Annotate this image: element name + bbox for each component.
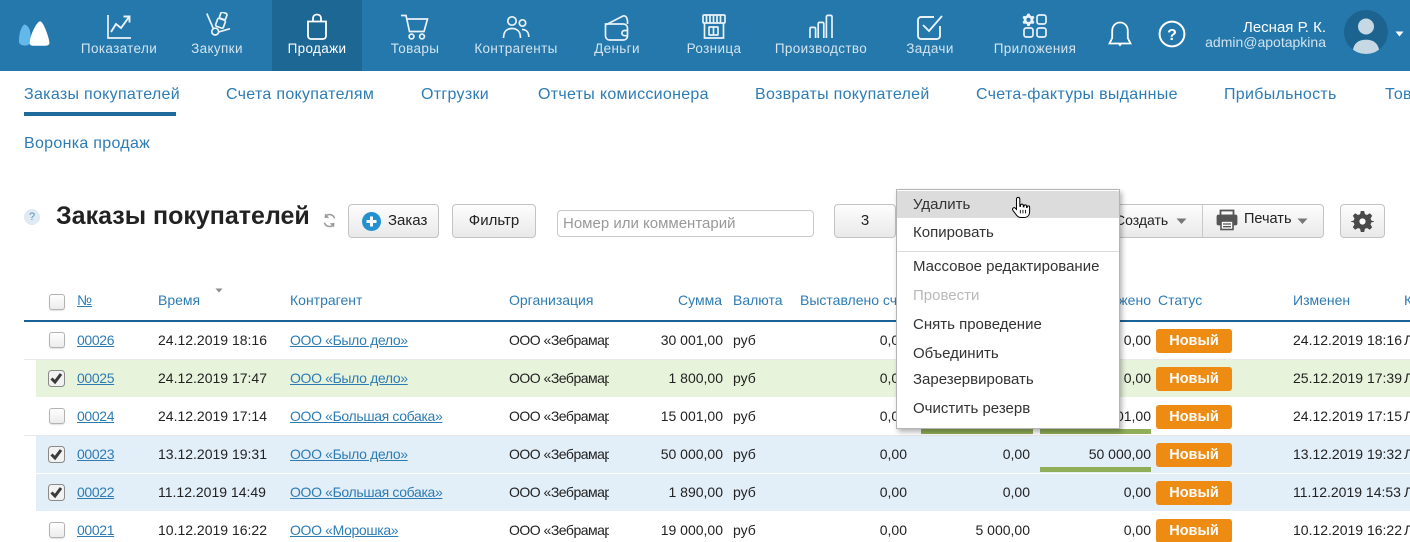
- svg-text:?: ?: [1167, 27, 1177, 44]
